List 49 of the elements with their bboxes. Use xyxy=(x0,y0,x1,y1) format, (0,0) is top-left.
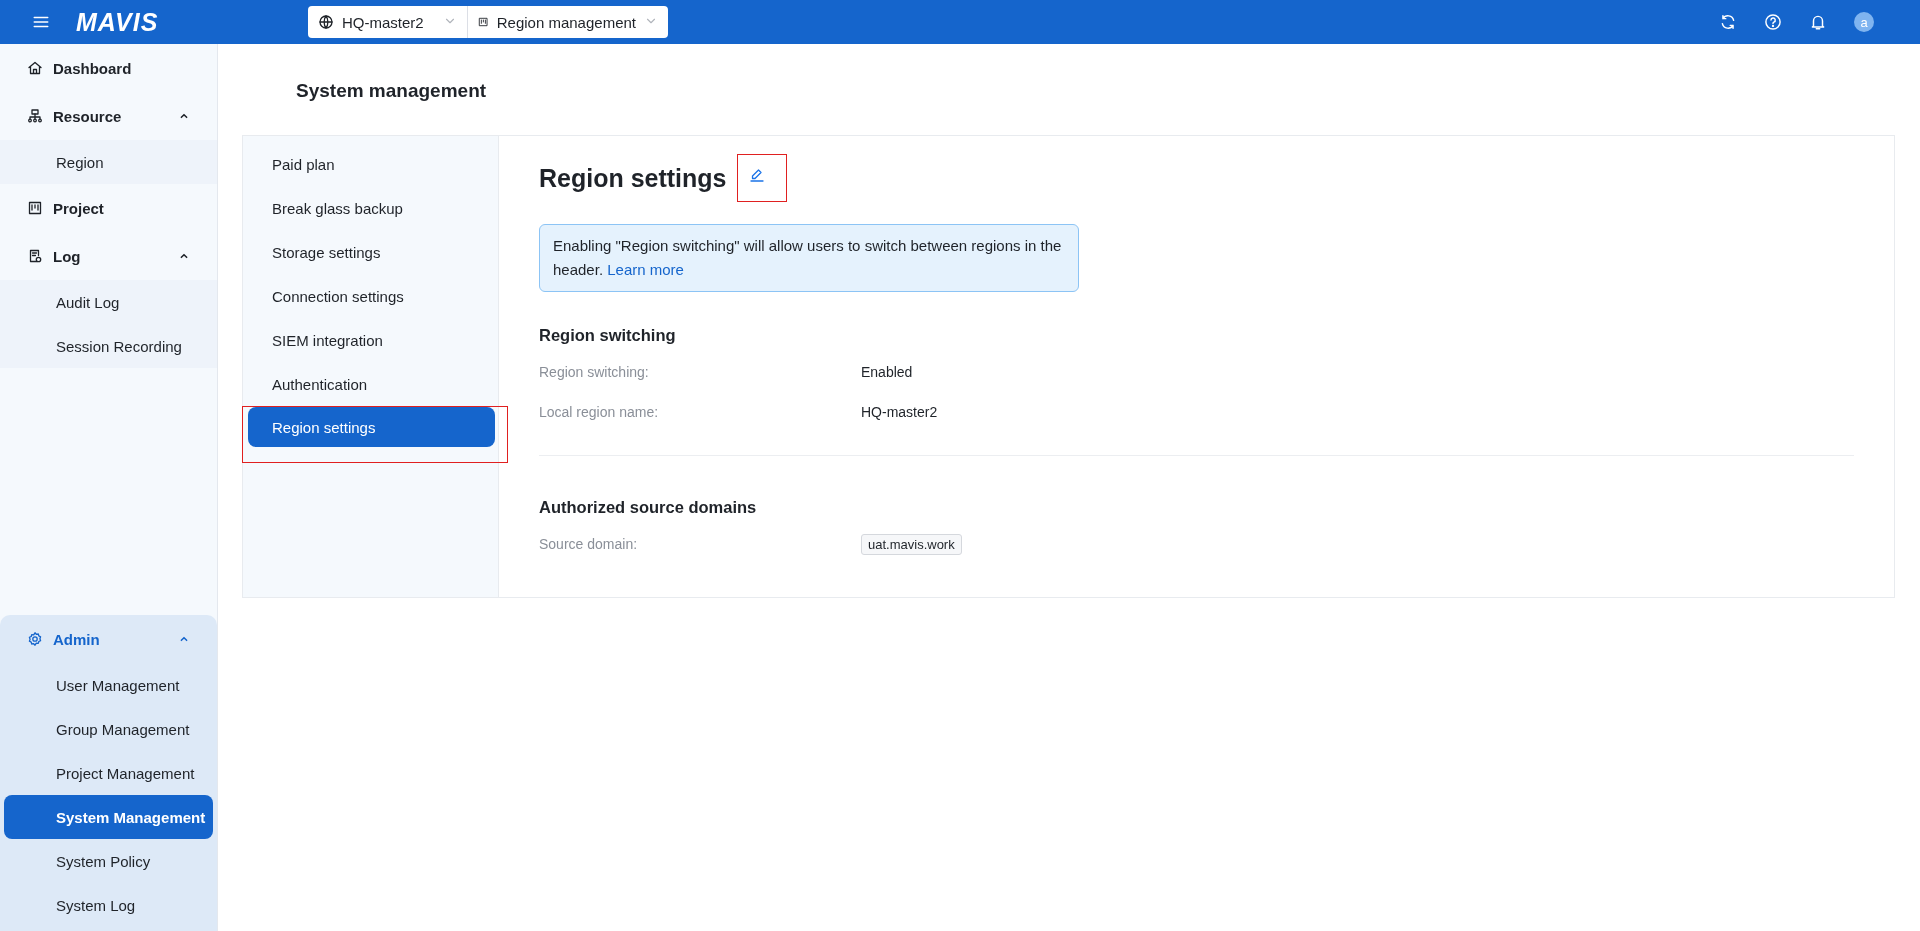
sitemap-icon xyxy=(27,108,43,124)
region-selector[interactable]: HQ-master2 xyxy=(308,6,467,38)
sidebar-subitem[interactable]: System Log xyxy=(4,883,213,927)
sidebar-subitem[interactable]: Group Management xyxy=(4,707,213,751)
bell-icon xyxy=(1809,13,1827,31)
document-icon xyxy=(27,248,43,264)
field-value: Enabled xyxy=(861,364,913,380)
subsection-title: Region switching xyxy=(539,325,677,345)
gear-icon xyxy=(27,631,43,647)
refresh-icon xyxy=(1719,13,1737,31)
pencil-icon xyxy=(748,167,765,183)
globe-icon xyxy=(318,14,334,30)
settings-nav-item[interactable]: Region settings xyxy=(248,407,495,447)
field-label: Region switching: xyxy=(539,364,650,380)
section-title: Region settings xyxy=(539,163,727,193)
refresh-button[interactable] xyxy=(1719,13,1737,31)
settings-nav-item[interactable]: Connection settings xyxy=(248,274,495,318)
page-title: System management xyxy=(295,79,488,103)
sidebar-subitem[interactable]: System Policy xyxy=(4,839,213,883)
settings-nav-item[interactable]: Authentication xyxy=(248,362,495,406)
sidebar-item[interactable]: Project xyxy=(0,184,217,232)
field-label: Local region name: xyxy=(539,404,660,420)
sidebar-subitem[interactable]: System Management xyxy=(4,795,213,839)
view-selector[interactable]: Region management xyxy=(467,6,668,38)
edit-button[interactable] xyxy=(736,154,787,202)
field-label: Source domain: xyxy=(539,536,639,552)
sidebar-subitem[interactable]: Session Recording xyxy=(4,324,213,368)
sidebar-item[interactable]: Resource xyxy=(0,92,217,140)
settings-nav-item[interactable]: SIEM integration xyxy=(248,318,495,362)
domain-tag: uat.mavis.work xyxy=(861,533,962,555)
learn-more-link[interactable]: Learn more xyxy=(607,261,684,278)
sidebar-item[interactable]: Dashboard xyxy=(0,44,217,92)
field-value: HQ-master2 xyxy=(861,404,938,420)
settings-nav-item[interactable]: Break glass backup xyxy=(248,186,495,230)
help-icon xyxy=(1764,13,1782,31)
settings-nav-item[interactable]: Paid plan xyxy=(248,142,495,186)
notification-button[interactable] xyxy=(1809,13,1827,31)
help-button[interactable] xyxy=(1764,13,1782,31)
board-icon xyxy=(27,200,43,216)
sidebar-item[interactable]: Admin xyxy=(0,615,217,663)
subsection-title: Authorized source domains xyxy=(539,497,758,517)
sidebar-subitem[interactable]: Project Management xyxy=(4,751,213,795)
settings-nav-item[interactable]: Storage settings xyxy=(248,230,495,274)
sidebar-subitem[interactable]: User Management xyxy=(4,663,213,707)
info-notice: Enabling "Region switching" will allow users to switch between regions in the header. Learn more xyxy=(539,224,1079,292)
sidebar-subitem[interactable]: Audit Log xyxy=(4,280,213,324)
logo: MAVIS xyxy=(76,7,160,37)
home-icon xyxy=(27,60,43,76)
sidebar-item[interactable]: Log xyxy=(0,232,217,280)
